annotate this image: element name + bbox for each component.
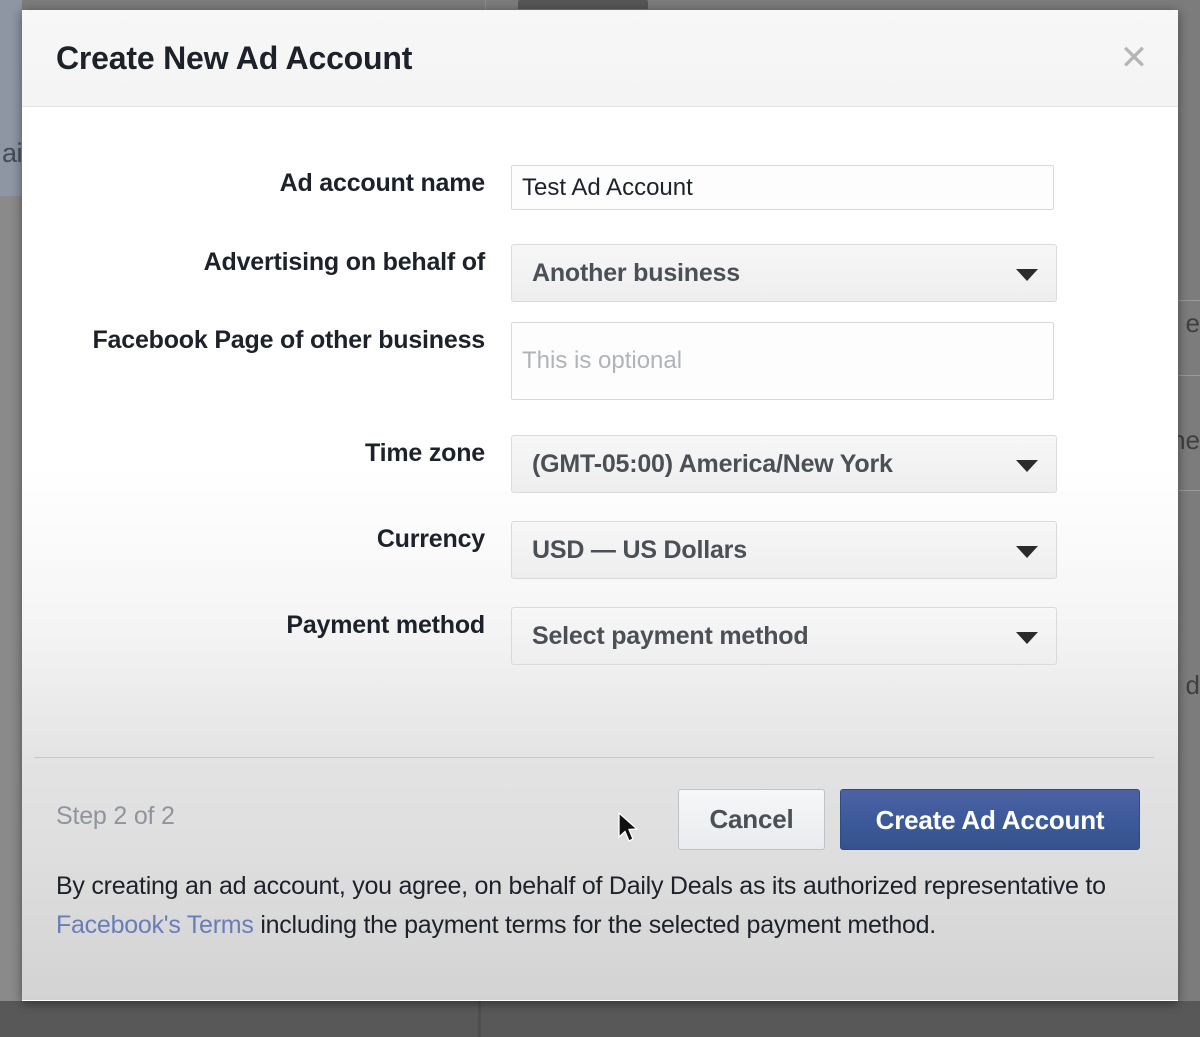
form-row-facebook-page: Facebook Page of other business [22,322,1178,400]
background-left-text-fragment: ai [2,138,23,168]
payment-method-select[interactable]: Select payment method [511,607,1057,665]
advertising-on-behalf-of-value: Another business [532,259,740,287]
dialog-title: Create New Ad Account [56,40,413,76]
form-row-currency: Currency USD — US Dollars [22,521,1178,579]
legal-disclaimer: By creating an ad account, you agree, on… [56,867,1148,945]
facebook-terms-link[interactable]: Facebook's Terms [56,911,254,939]
control-wrap-facebook-page [511,322,1054,400]
control-wrap-currency: USD — US Dollars [511,521,1057,579]
advertising-on-behalf-of-select[interactable]: Another business [511,244,1057,302]
time-zone-value: (GMT-05:00) America/New York [532,450,893,478]
control-wrap-payment-method: Select payment method [511,607,1057,665]
control-wrap-time-zone: (GMT-05:00) America/New York [511,435,1057,493]
cancel-button[interactable]: Cancel [678,789,825,850]
chevron-down-icon [1016,269,1038,281]
step-indicator: Step 2 of 2 [56,802,175,830]
form-row-time-zone: Time zone (GMT-05:00) America/New York [22,435,1178,493]
legal-text-part-2: including the payment terms for the sele… [253,911,936,939]
currency-value: USD — US Dollars [532,536,747,564]
dialog-footer: Step 2 of 2 Cancel Create Ad Account By … [22,757,1178,1000]
chevron-down-icon [1016,546,1038,558]
create-ad-account-button[interactable]: Create Ad Account [840,789,1140,850]
label-advertising-on-behalf-of: Advertising on behalf of [203,248,486,276]
payment-method-value: Select payment method [532,622,809,650]
time-zone-select[interactable]: (GMT-05:00) America/New York [511,435,1057,493]
form-row-payment-method: Payment method Select payment method [22,607,1178,665]
label-facebook-page: Facebook Page of other business [92,326,485,354]
chevron-down-icon [1016,632,1038,644]
form-row-advertising-on-behalf-of: Advertising on behalf of Another busines… [22,244,1178,302]
label-time-zone: Time zone [365,439,485,467]
control-wrap-ad-account-name [511,165,1054,210]
dialog-header: Create New Ad Account ✕ [22,10,1178,107]
ad-account-name-input[interactable] [511,165,1054,210]
background-bottom-strip [0,1001,1200,1037]
background-bottom-tick [478,1001,481,1037]
create-ad-account-dialog: Create New Ad Account ✕ Ad account name … [22,10,1178,1001]
background-left-column [0,196,22,1001]
dialog-body: Ad account name Advertising on behalf of… [22,107,1178,757]
background-top-button [518,0,648,9]
chevron-down-icon [1016,460,1038,472]
label-payment-method: Payment method [286,611,485,639]
footer-divider [34,757,1154,758]
currency-select[interactable]: USD — US Dollars [511,521,1057,579]
control-wrap-advertising-on-behalf-of: Another business [511,244,1057,302]
label-ad-account-name: Ad account name [279,169,486,197]
close-icon[interactable]: ✕ [1112,36,1156,80]
label-currency: Currency [376,525,485,553]
background-top-divider [485,0,486,10]
background-right-text-fragment-3: d [1185,670,1200,700]
legal-text-part-1: By creating an ad account, you agree, on… [56,872,1106,900]
facebook-page-input[interactable] [511,322,1054,400]
form-row-ad-account-name: Ad account name [22,165,1178,210]
background-right-text-fragment-1: e [1185,308,1200,338]
